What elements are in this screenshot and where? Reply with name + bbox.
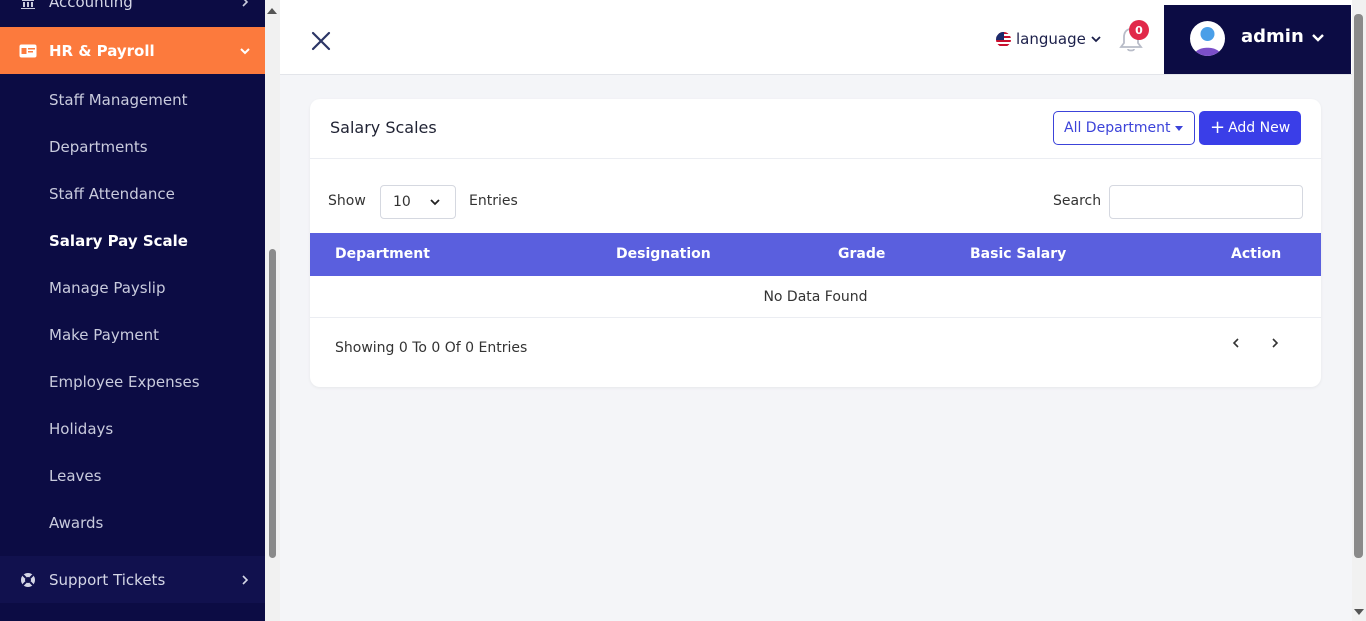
column-header-department[interactable]: Department: [335, 233, 430, 276]
sidebar-item-label: Support Tickets: [49, 570, 166, 589]
close-icon[interactable]: [310, 30, 332, 52]
chevron-down-icon: [238, 44, 252, 58]
language-label: language: [1016, 30, 1086, 48]
column-header-action[interactable]: Action: [1231, 233, 1281, 276]
chevron-down-icon: [430, 199, 440, 206]
add-new-button[interactable]: + Add New: [1199, 111, 1301, 145]
sidebar-subitem-holidays[interactable]: Holidays: [49, 418, 113, 440]
id-card-icon: [19, 42, 37, 60]
column-header-basic-salary[interactable]: Basic Salary: [970, 233, 1066, 276]
salary-scales-card: Salary Scales All Department + Add New S…: [310, 99, 1321, 387]
divider: [310, 158, 1321, 159]
sidebar-subitem-manage-payslip[interactable]: Manage Payslip: [49, 277, 165, 299]
sidebar-item-support-tickets[interactable]: Support Tickets: [0, 556, 265, 603]
sidebar-subitem-staff-management[interactable]: Staff Management: [49, 89, 188, 111]
chevron-down-icon: [1091, 36, 1101, 43]
show-label: Show: [328, 193, 366, 209]
sidebar-subitem-salary-pay-scale[interactable]: Salary Pay Scale: [49, 230, 188, 252]
avatar: [1190, 21, 1225, 56]
us-flag-icon: [996, 31, 1011, 47]
department-filter-dropdown[interactable]: All Department: [1053, 111, 1195, 145]
column-header-grade[interactable]: Grade: [838, 233, 885, 276]
search-input[interactable]: [1109, 185, 1303, 219]
entries-value: 10: [393, 194, 411, 210]
chevron-down-icon: [1310, 30, 1326, 46]
language-selector[interactable]: language: [996, 28, 1102, 50]
scroll-up-arrow-icon[interactable]: [267, 8, 277, 14]
empty-table-message: No Data Found: [310, 276, 1321, 318]
sidebar: Accounting HR & Payroll Staff Management…: [0, 0, 265, 621]
sidebar-item-hr-payroll[interactable]: HR & Payroll: [0, 27, 265, 74]
sidebar-item-label: HR & Payroll: [49, 41, 155, 60]
chevron-right-icon[interactable]: [1268, 335, 1282, 349]
search-label: Search: [1053, 193, 1102, 209]
pagination-summary: Showing 0 To 0 Of 0 Entries: [335, 340, 528, 356]
user-name: admin: [1241, 26, 1304, 47]
user-menu[interactable]: admin: [1164, 5, 1351, 74]
notification-badge: 0: [1129, 20, 1149, 40]
sidebar-subitem-leaves[interactable]: Leaves: [49, 465, 101, 487]
entries-per-page-select[interactable]: 10: [380, 185, 456, 219]
sidebar-scrollbar-thumb[interactable]: [269, 249, 276, 558]
sidebar-item-label: Accounting: [49, 0, 133, 11]
chevron-left-icon[interactable]: [1229, 335, 1243, 349]
column-header-designation[interactable]: Designation: [616, 233, 711, 276]
entries-label: Entries: [469, 193, 518, 209]
sidebar-subitem-awards[interactable]: Awards: [49, 512, 103, 534]
plus-icon: +: [1210, 117, 1226, 138]
sidebar-subitem-employee-expenses[interactable]: Employee Expenses: [49, 371, 200, 393]
department-filter-label: All Department: [1064, 120, 1171, 136]
sidebar-item-accounting[interactable]: Accounting: [0, 0, 265, 16]
bank-icon: [19, 0, 37, 11]
main-scrollbar-thumb[interactable]: [1354, 14, 1363, 558]
add-new-label: Add New: [1228, 120, 1291, 136]
scroll-down-arrow-icon[interactable]: [1354, 609, 1364, 615]
chevron-right-icon: [238, 573, 252, 587]
page-title: Salary Scales: [330, 118, 437, 137]
topbar: language 0 admin: [280, 0, 1352, 75]
table-header: Department Designation Grade Basic Salar…: [310, 233, 1321, 276]
chevron-right-icon: [238, 0, 252, 9]
sidebar-subitem-staff-attendance[interactable]: Staff Attendance: [49, 183, 175, 205]
sidebar-subitem-departments[interactable]: Departments: [49, 136, 148, 158]
caret-down-icon: [1175, 126, 1183, 131]
lifebuoy-icon: [19, 571, 37, 589]
sidebar-subitem-make-payment[interactable]: Make Payment: [49, 324, 159, 346]
